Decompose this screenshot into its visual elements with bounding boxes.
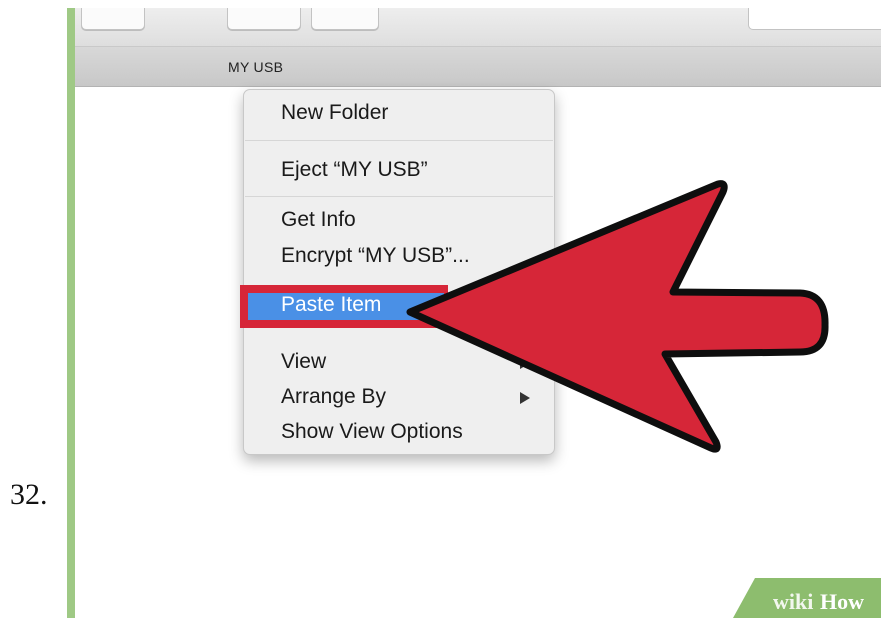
pointer-arrow-icon (406, 180, 829, 453)
